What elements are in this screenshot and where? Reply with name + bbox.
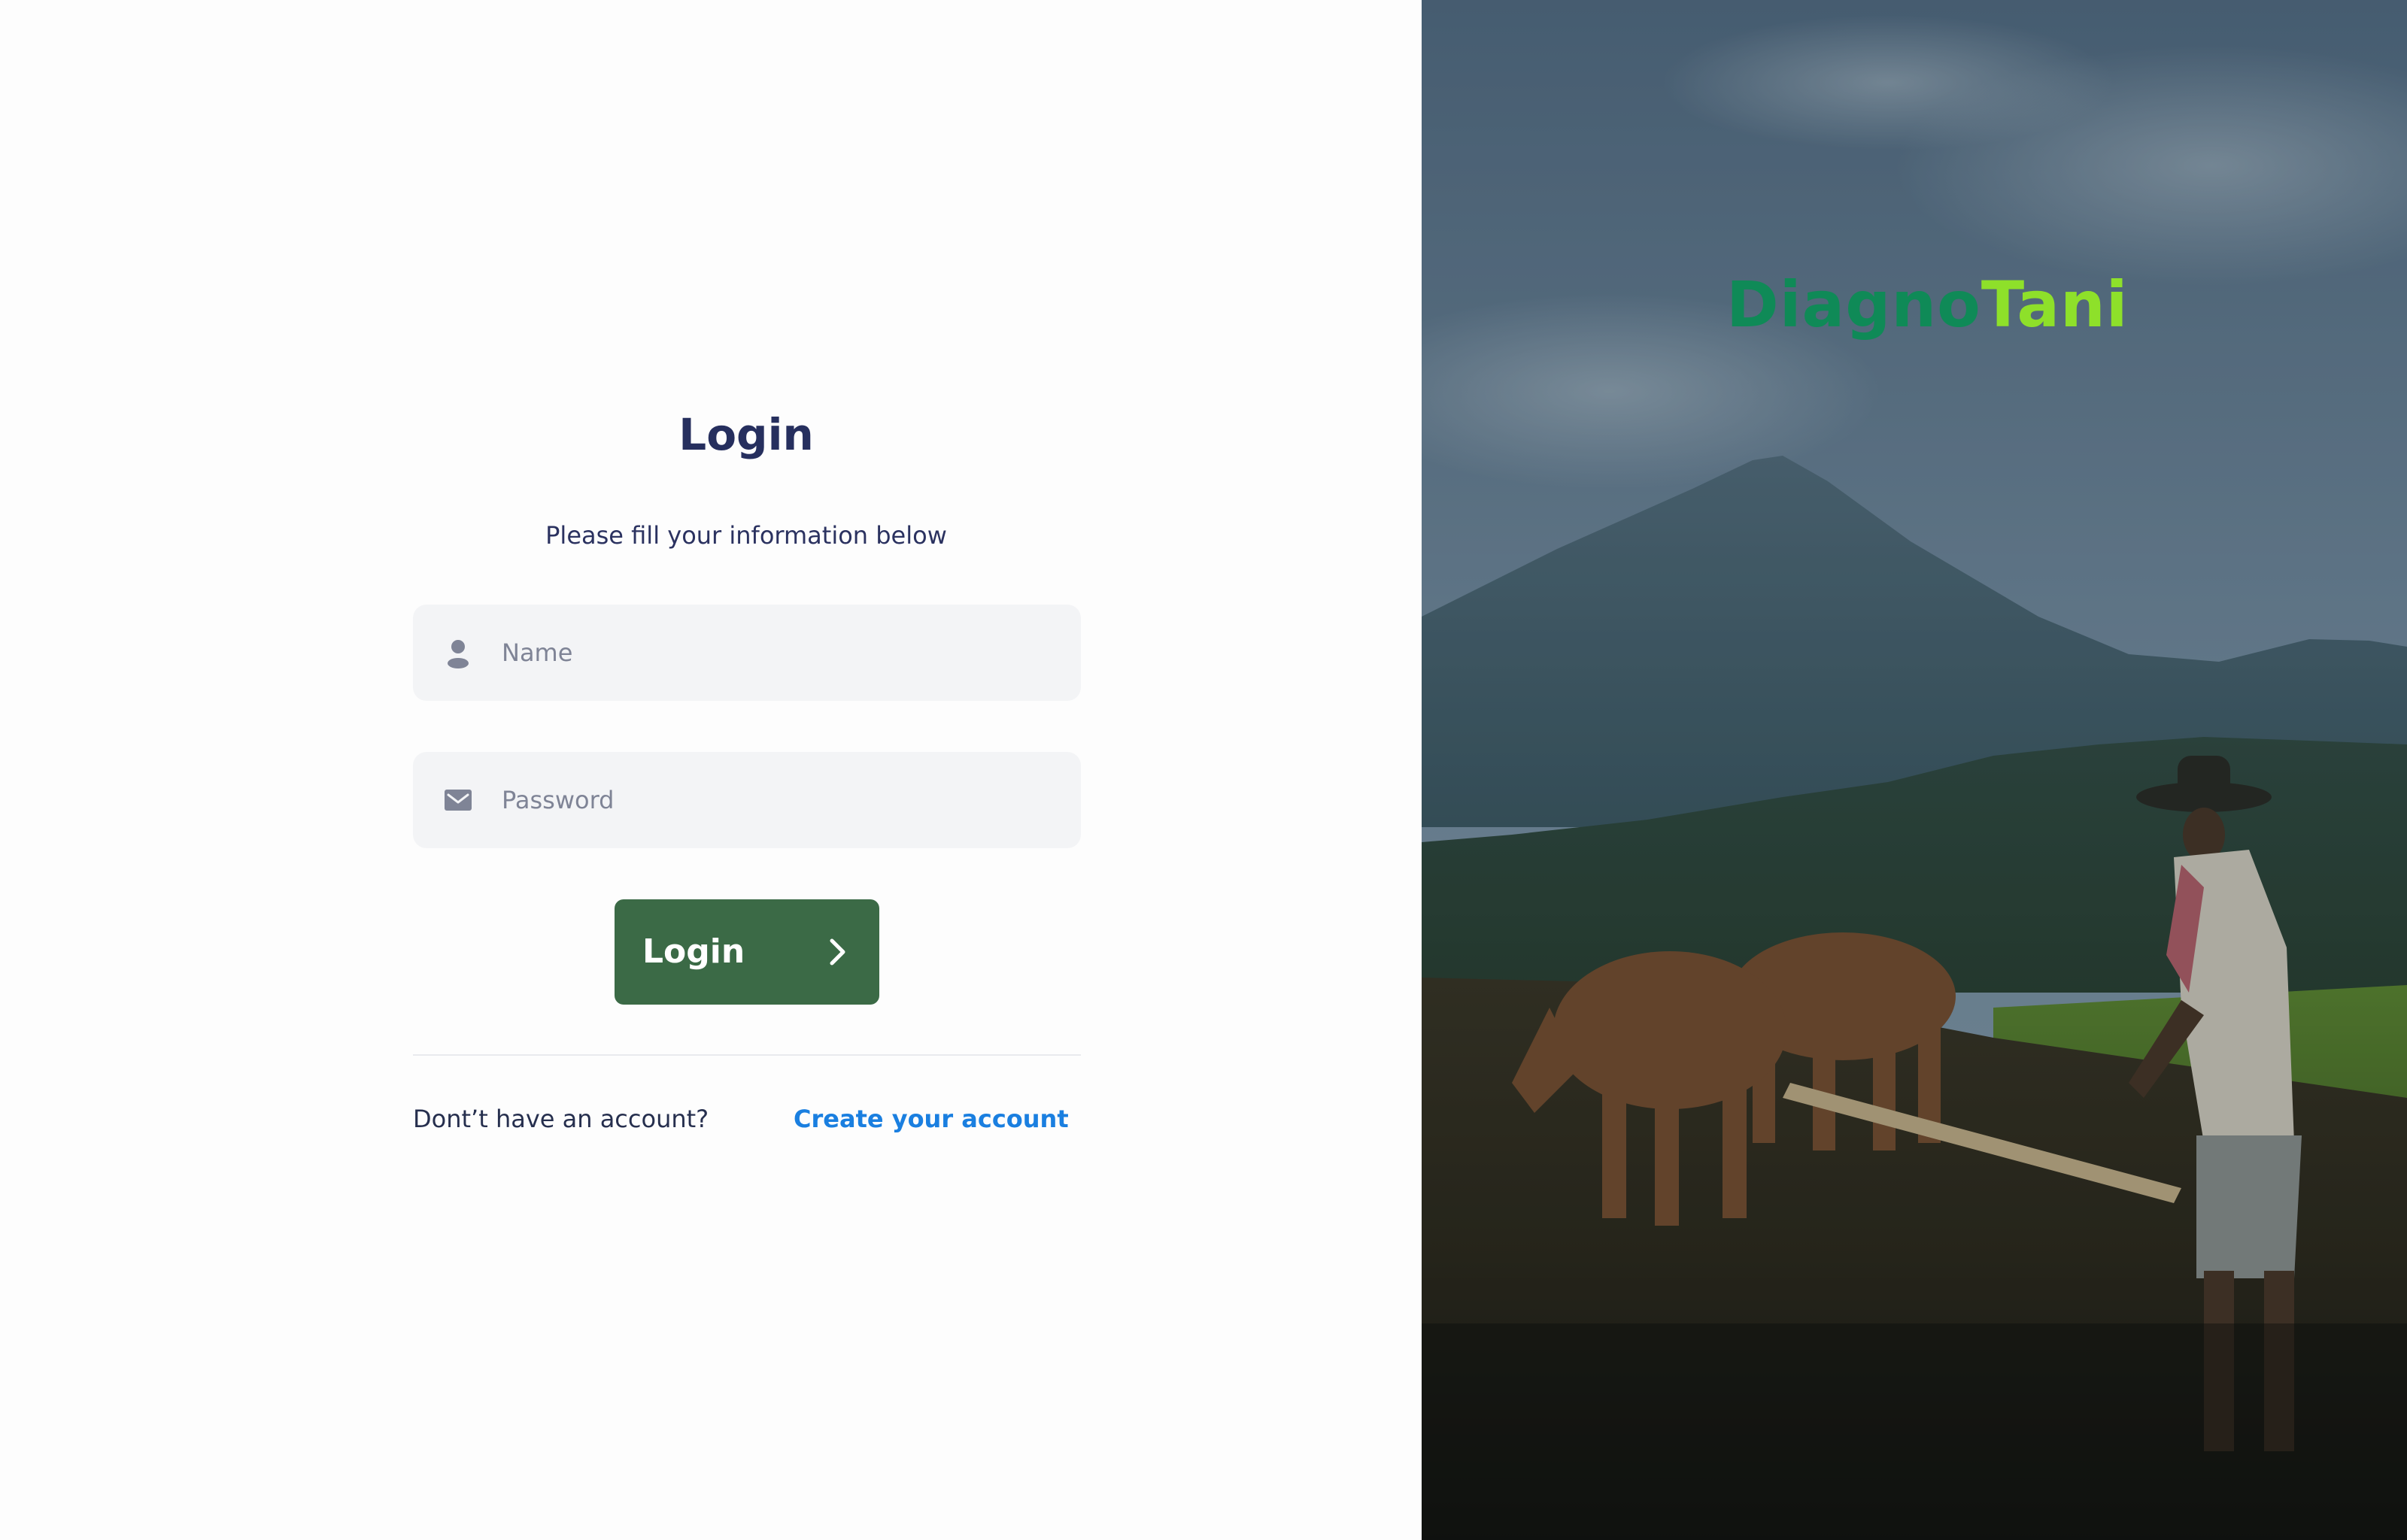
farm-landscape-image bbox=[1422, 0, 2407, 1540]
page-title: Login bbox=[678, 409, 814, 460]
name-field[interactable] bbox=[413, 605, 1081, 701]
page-subtitle: Please fill your information below bbox=[545, 521, 947, 550]
password-input[interactable] bbox=[502, 752, 1058, 848]
name-input[interactable] bbox=[502, 605, 1058, 701]
divider bbox=[413, 1054, 1081, 1056]
mail-icon bbox=[445, 790, 472, 811]
brand-part-tani: Tani bbox=[1981, 268, 2129, 341]
no-account-text: Dont’t have an account? bbox=[413, 1105, 709, 1133]
login-page: Login Please fill your information below… bbox=[0, 0, 2407, 1540]
create-account-link[interactable]: Create your account bbox=[794, 1101, 1069, 1137]
brand-part-diagno: Diagno bbox=[1726, 268, 1981, 341]
login-panel: Login Please fill your information below… bbox=[0, 0, 1422, 1540]
login-button-label: Login bbox=[642, 932, 745, 971]
brand-logo: DiagnoTani bbox=[1726, 263, 2129, 346]
user-icon bbox=[448, 640, 469, 668]
password-field[interactable] bbox=[413, 752, 1081, 848]
chevron-right-icon bbox=[830, 938, 845, 966]
login-button[interactable]: Login bbox=[615, 899, 879, 1005]
hero-image-panel: DiagnoTani bbox=[1422, 0, 2407, 1540]
